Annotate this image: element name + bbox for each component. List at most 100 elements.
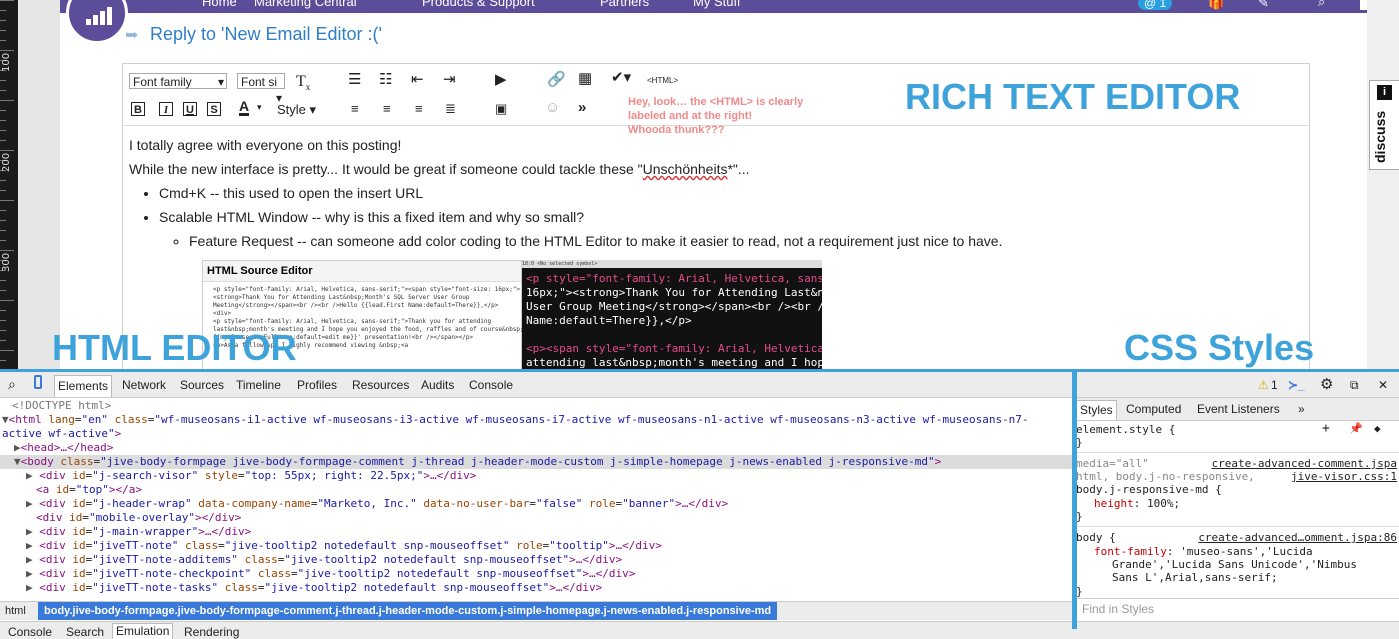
discuss-label: discuss [1372, 110, 1388, 163]
reply-icon: ➥ [125, 27, 139, 44]
annotation-note: Hey, look… the <HTML> is clearly labeled… [628, 95, 803, 137]
ruler-tick [0, 300, 14, 301]
screenshot-code-line: <div> [213, 310, 232, 317]
outdent-icon[interactable]: ⇤ [411, 72, 424, 87]
table-icon[interactable]: ▦ [578, 71, 592, 86]
nav-my-stuff[interactable]: My Stuff [693, 0, 740, 9]
screenshot-code-line: <p style="font-family: Arial, Helvetica,… [213, 286, 521, 293]
more-icon[interactable]: » [578, 100, 586, 115]
editor-content[interactable]: I totally agree with everyone on this po… [129, 136, 1299, 256]
align-left-icon[interactable]: ≡ [351, 101, 359, 116]
strikethrough-button[interactable]: S [207, 102, 221, 116]
rich-text-editor-label: RICH TEXT EDITOR [905, 76, 1241, 117]
paragraph: While the new interface is pretty... It … [129, 161, 750, 177]
ruler-tick [0, 10, 6, 11]
screenshot-code-line: <p style="font-family: Arial, Helvetica,… [213, 318, 492, 325]
screenshot-code-line: <p><span style="font-family: Arial, Helv… [526, 342, 822, 355]
ruler-tick [0, 130, 6, 131]
style-select[interactable]: Style ▾ [277, 102, 316, 118]
notification-badge[interactable]: @ 1 [1138, 0, 1173, 10]
css-styles-frame [1072, 369, 1399, 629]
indent-icon[interactable]: ⇥ [443, 72, 456, 87]
ruler-tick [0, 250, 14, 251]
nav-products-support[interactable]: Products & Support [422, 0, 535, 9]
spellcheck-icon[interactable]: ✔▾ [611, 70, 631, 85]
bullet-list-icon[interactable]: ☰ [348, 72, 361, 87]
menu-icon[interactable] [1360, 0, 1367, 10]
ruler-label: 200 [1, 152, 12, 172]
info-icon: i [1377, 85, 1392, 100]
pencil-icon[interactable]: ✎ [1258, 0, 1269, 11]
ruler-tick [0, 50, 14, 51]
note-line: Hey, look… the <HTML> is clearly [628, 96, 804, 108]
nav-home[interactable]: Home [202, 0, 237, 9]
top-navigation: Home Marketing Central Products & Suppor… [60, 0, 1367, 13]
text-color-dropdown-icon[interactable]: ▾ [257, 102, 262, 113]
ruler-tick [0, 40, 6, 41]
screenshot-code-line: <strong>Thank You for Attending Last&nbs… [213, 294, 470, 301]
ruler-tick [0, 230, 6, 231]
ruler-tick [0, 350, 14, 351]
editor-toolbar: Font family ▾ Font si ▾ Tx ☰ ☷ ⇤ ⇥ ▶ 🔗 ▦ ✔… [123, 64, 1309, 136]
link-icon[interactable]: 🔗 [547, 72, 566, 87]
code-editor-image: 18:0 <No selected symbol> <p style="font… [522, 260, 822, 374]
ruler-tick [0, 30, 6, 31]
note-line: Whooda thunk??? [628, 124, 725, 136]
paragraph: I totally agree with everyone on this po… [129, 137, 402, 153]
justify-icon[interactable]: ≣ [445, 101, 456, 116]
ruler-tick [0, 80, 6, 81]
screenshot-code-line: attending last&nbsp;month's meeting and … [526, 356, 822, 369]
ruler-tick [0, 360, 6, 361]
css-styles-label: CSS Styles [1124, 327, 1315, 368]
italic-button[interactable]: I [159, 102, 173, 116]
ruler-tick [0, 0, 14, 1]
underline-button[interactable]: U [183, 102, 197, 116]
ruler-tick [0, 340, 6, 341]
html-button[interactable]: <HTML> [647, 76, 678, 85]
clear-format-icon[interactable]: Tx [296, 73, 310, 95]
screenshot-code-line: User Group Meeting</strong></span><br />… [526, 300, 822, 313]
ruler-tick [0, 100, 14, 101]
ruler-tick [0, 20, 6, 21]
media-icon[interactable]: ▶ [495, 72, 507, 87]
ruler-tick [0, 290, 6, 291]
ruler-tick [0, 310, 6, 311]
gift-icon[interactable]: 🎁 [1208, 0, 1224, 11]
ruler-tick [0, 150, 14, 151]
screenshot-code-line: <p style="font-family: Arial, Helvetica,… [526, 272, 822, 285]
ruler-tick [0, 180, 6, 181]
ruler-tick [0, 110, 6, 111]
ruler-tick [0, 190, 6, 191]
ruler-tick [0, 220, 6, 221]
screenshot-status: 18:0 <No selected symbol> [522, 260, 822, 268]
search-icon[interactable]: ⌕ [1318, 0, 1325, 10]
font-size-select[interactable]: Font si ▾ [237, 73, 285, 105]
text-color-icon[interactable]: A [239, 99, 250, 116]
html-editor-frame [0, 369, 1077, 629]
discuss-tab[interactable]: i discuss [1369, 80, 1399, 170]
pixel-ruler: 100 200 300 [0, 0, 18, 370]
emoji-icon[interactable]: ☺ [545, 100, 560, 115]
ruler-tick [0, 330, 6, 331]
html-editor-label: HTML EDITOR [52, 327, 297, 368]
align-center-icon[interactable]: ≡ [383, 101, 391, 116]
screenshot-code-line: 16px;"><strong>Thank You for Attending L… [526, 286, 822, 299]
ruler-tick [0, 240, 6, 241]
image-icon[interactable]: ▣ [495, 101, 507, 116]
ruler-tick [0, 140, 6, 141]
bold-button[interactable]: B [131, 102, 145, 116]
list-item: Cmd+K -- this used to open the insert UR… [159, 184, 1299, 202]
ruler-tick [0, 120, 6, 121]
font-family-select[interactable]: Font family ▾ [129, 73, 227, 89]
note-line: labeled and at the right! [628, 110, 753, 122]
align-right-icon[interactable]: ≡ [415, 101, 423, 116]
numbered-list-icon[interactable]: ☷ [379, 72, 392, 87]
nav-partners[interactable]: Partners [600, 0, 649, 9]
ruler-label: 300 [1, 252, 12, 272]
screenshot-code-line [526, 328, 818, 342]
nav-marketing-central[interactable]: Marketing Central [254, 0, 357, 9]
screenshot-title: HTML Source Editor [203, 261, 521, 282]
ruler-tick [0, 200, 14, 201]
screenshot-code-line: Name:default=There}},</p> [526, 314, 692, 327]
list-item: Scalable HTML Window -- why is this a fi… [159, 208, 1299, 250]
